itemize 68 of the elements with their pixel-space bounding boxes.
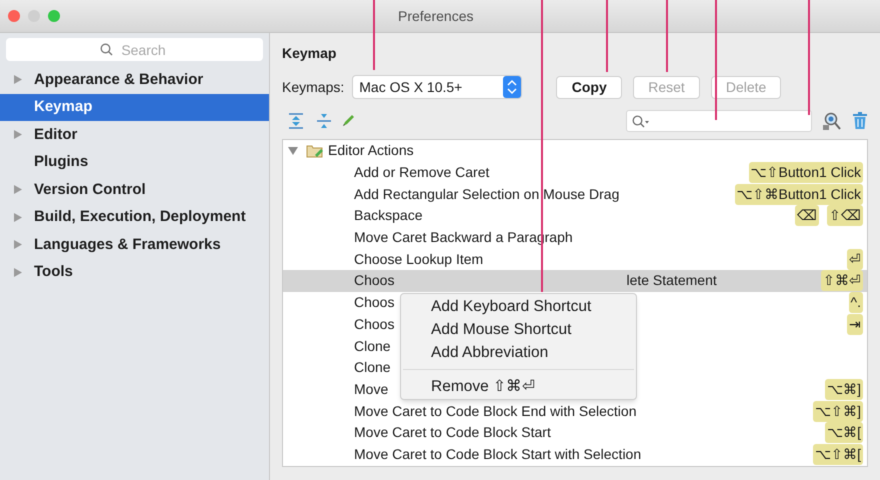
pencil-icon[interactable] <box>340 113 356 129</box>
keymaps-label: Keymaps: <box>282 78 344 97</box>
sidebar-item[interactable]: Keymap <box>0 94 269 121</box>
window-title: Preferences <box>398 6 474 26</box>
action-name[interactable]: Move Caret to Code Block Start with Selection <box>354 444 642 465</box>
action-name[interactable]: Add or Remove Caret <box>354 162 490 184</box>
shortcut-chip: ⌥⌘] <box>825 378 863 400</box>
shortcut-chip: ^. <box>848 292 863 314</box>
menu-item[interactable]: Remove ⇧⌘⏎ <box>401 375 636 398</box>
zoom-button[interactable] <box>48 10 60 22</box>
shortcut-chip: ⇧⌫ <box>827 205 863 226</box>
collapse-all-icon[interactable] <box>316 113 332 129</box>
folder-icon <box>306 144 324 158</box>
close-button[interactable] <box>8 10 20 22</box>
search-icon <box>100 43 113 56</box>
shortcut-chip: ⌥⇧⌘[ <box>813 444 863 465</box>
leader-line <box>373 0 375 70</box>
shortcut-chip: ⌫ <box>795 205 819 226</box>
keymap-row[interactable]: Choos lete Statement ⇧⌘⏎ <box>283 270 867 292</box>
action-name[interactable]: Choos <box>354 314 394 335</box>
shortcut-chip: ⌥⌘[ <box>825 422 863 444</box>
panel-title: Keymap <box>282 44 338 63</box>
shortcut-chip: ⌥⇧Button1 Click <box>748 162 863 184</box>
sidebar-item[interactable]: Languages & Frameworks <box>0 231 269 258</box>
action-name[interactable]: Backspace <box>354 205 422 226</box>
search-field[interactable]: Search <box>6 38 263 61</box>
sidebar-item[interactable]: Editor <box>0 121 269 148</box>
expand-arrow-icon[interactable] <box>14 268 22 277</box>
action-name[interactable]: Move <box>354 378 388 400</box>
search-icon <box>632 114 650 128</box>
find-shortcut-icon[interactable] <box>822 111 842 131</box>
leader-line <box>666 0 668 72</box>
action-name[interactable]: Choos <box>354 292 394 314</box>
keymap-select[interactable]: Mac OS X 10.5+ <box>352 75 522 99</box>
filter-search-field[interactable] <box>626 110 812 132</box>
shortcut-chip: ⌥⇧⌘] <box>813 400 863 422</box>
action-name: lete Statement <box>626 271 717 290</box>
expand-arrow-icon[interactable] <box>14 75 22 84</box>
leader-line <box>606 0 608 72</box>
tree-node[interactable]: Editor Actions <box>283 140 867 162</box>
action-name[interactable]: Add Rectangular Selection on Mouse Drag <box>354 184 620 205</box>
action-name: Choos <box>354 271 394 290</box>
menu-item[interactable]: Add Abbreviation <box>401 341 636 364</box>
action-name[interactable]: Move Caret to Code Block End with Selection <box>354 400 636 422</box>
expand-arrow-icon[interactable] <box>14 185 22 194</box>
sidebar-item[interactable]: Build, Execution, Deployment <box>0 204 269 231</box>
action-name[interactable]: Clone <box>354 336 391 357</box>
expand-arrow-icon[interactable] <box>14 240 22 250</box>
shortcut-chip: ⇧⌘⏎ <box>821 270 863 292</box>
expand-all-icon[interactable] <box>288 113 304 129</box>
sidebar-item[interactable]: Plugins <box>0 148 269 176</box>
sidebar-item[interactable]: Version Control <box>0 176 269 204</box>
toolbar-button[interactable]: Copy <box>556 76 622 98</box>
sidebar-item[interactable]: Tools <box>0 258 269 286</box>
action-name[interactable]: Clone <box>354 357 391 378</box>
menu-item[interactable]: Add Mouse Shortcut <box>401 318 636 341</box>
action-name[interactable]: Choose Lookup Item <box>354 248 484 270</box>
sidebar-item[interactable]: Appearance & Behavior <box>0 66 269 94</box>
stepper-icon <box>503 76 522 98</box>
expand-arrow-icon[interactable] <box>14 130 22 140</box>
trash-icon[interactable] <box>852 112 868 130</box>
shortcut-chip: ⏎ <box>847 248 863 270</box>
shortcut-chip: ⌥⇧⌘Button1 Click <box>734 184 863 205</box>
shortcut-chip: ⇥ <box>847 314 863 335</box>
action-name[interactable]: Move Caret to Code Block Start <box>354 422 551 444</box>
expand-arrow-icon[interactable] <box>14 212 22 222</box>
collapse-arrow-icon[interactable] <box>288 146 298 155</box>
menu-item[interactable]: Add Keyboard Shortcut <box>401 295 636 318</box>
